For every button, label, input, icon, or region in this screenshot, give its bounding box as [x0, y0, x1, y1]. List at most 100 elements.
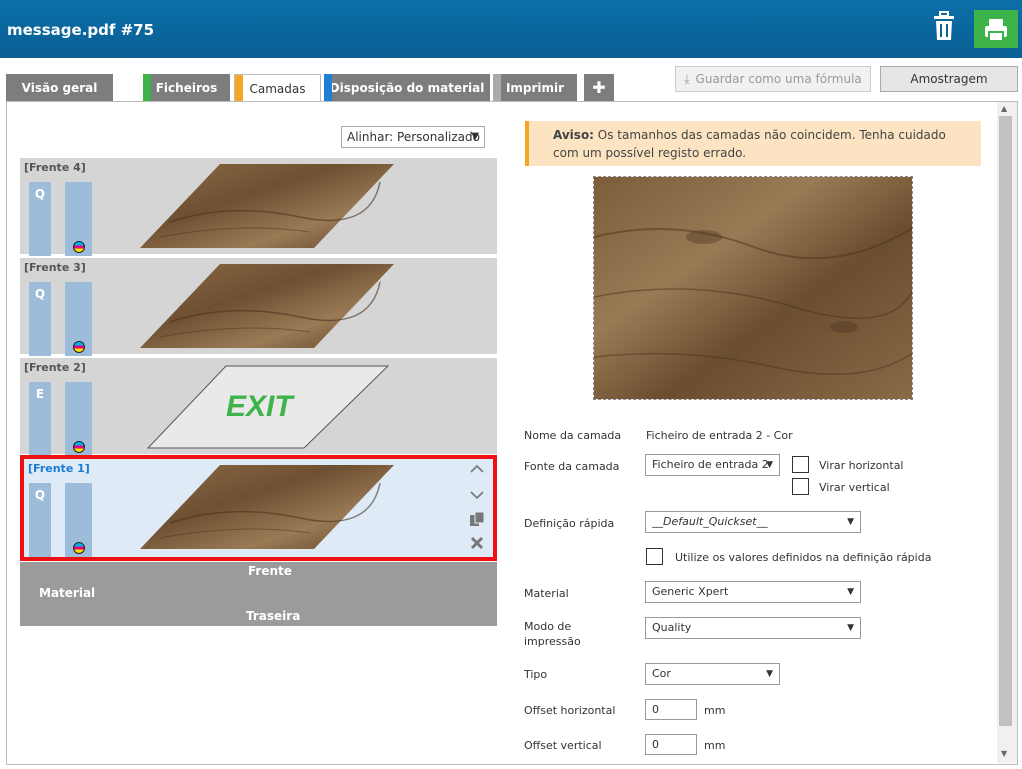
layer-front-2[interactable]: [Frente 2] E EXIT [20, 358, 497, 456]
material-label: Material [39, 586, 96, 600]
type-select[interactable]: Cor ▼ [645, 663, 780, 685]
layer-source-label: Fonte da camada [524, 460, 620, 473]
sample-label: Amostragem [910, 72, 988, 86]
align-value: Alinhar: Personalizado [347, 130, 480, 144]
tab-label: Disposição do material [329, 81, 485, 95]
warning-banner: Aviso: Os tamanhos das camadas não coinc… [525, 121, 981, 166]
layer-color-column [65, 483, 92, 557]
use-quickset-label: Utilize os valores definidos na definiçã… [675, 551, 932, 564]
layer-front-3[interactable]: [Frente 3] Q [20, 258, 497, 356]
tab-files[interactable]: Ficheiros [143, 74, 230, 102]
layer-mode-badge: Q [29, 483, 51, 557]
offset-horizontal-label: Offset horizontal [524, 704, 616, 717]
offset-vertical-label: Offset vertical [524, 739, 602, 752]
chevron-down-icon: ▼ [847, 517, 854, 527]
download-icon: ⤓ [684, 72, 690, 86]
quickset-select[interactable]: __Default_Quickset__ ▼ [645, 511, 861, 533]
unit-label: mm [704, 739, 726, 752]
layer-color-column [65, 182, 92, 256]
layer-thumbnail [140, 264, 394, 348]
chevron-down-icon: ▼ [766, 460, 773, 470]
tab-print[interactable]: Imprimir [493, 74, 577, 102]
layer-thumbnail [140, 164, 394, 248]
tab-layers[interactable]: Camadas [234, 74, 321, 102]
layer-label: [Frente 3] [24, 261, 86, 274]
flip-vertical-checkbox[interactable] [792, 478, 809, 495]
cmyk-icon [73, 542, 85, 554]
chevron-down-icon: ▼ [471, 131, 479, 142]
unit-label: mm [704, 704, 726, 717]
tab-material-layout[interactable]: Disposição do material [324, 74, 490, 102]
move-up-icon[interactable] [469, 461, 485, 477]
scrollbar-thumb[interactable] [999, 116, 1012, 726]
flip-horizontal-checkbox[interactable] [792, 456, 809, 473]
layer-preview [593, 176, 913, 400]
layer-mode-badge: Q [29, 182, 51, 256]
plus-icon: ✚ [592, 78, 606, 97]
duplicate-icon[interactable] [469, 511, 485, 527]
move-down-icon[interactable] [469, 487, 485, 503]
print-icon [985, 19, 1007, 42]
print-button[interactable] [974, 10, 1018, 48]
layer-color-column [65, 282, 92, 356]
back-label: Traseira [246, 609, 301, 623]
warning-title: Aviso: [553, 128, 594, 142]
print-mode-label-2: impressão [524, 635, 581, 648]
quickset-label: Definição rápida [524, 517, 615, 530]
cmyk-icon [73, 441, 85, 453]
align-select[interactable]: Alinhar: Personalizado ▼ [341, 126, 485, 148]
layer-source-select[interactable]: Ficheiro de entrada 2 ▼ [645, 454, 780, 476]
tab-label: Imprimir [505, 81, 565, 95]
flip-horizontal-label: Virar horizontal [819, 459, 904, 472]
layer-thumbnail [140, 465, 394, 549]
layer-source-value: Ficheiro de entrada 2 [652, 458, 769, 471]
print-mode-label: Modo de [524, 620, 572, 633]
type-label: Tipo [524, 668, 548, 681]
scroll-down-icon[interactable]: ▼ [1001, 749, 1007, 758]
material-value: Generic Xpert [652, 585, 729, 598]
layer-label: [Frente 2] [24, 361, 86, 374]
offset-vertical-input[interactable]: 0 [645, 734, 697, 755]
layer-front-1[interactable]: [Frente 1] Q [20, 455, 497, 561]
material-form-label: Material [524, 587, 569, 600]
layer-front-4[interactable]: [Frente 4] Q [20, 158, 497, 256]
tab-label: Camadas [249, 82, 306, 96]
add-tab-button[interactable]: ✚ [584, 74, 614, 102]
cmyk-icon [73, 241, 85, 253]
tab-overview[interactable]: Visão geral [6, 74, 113, 102]
front-label: Frente [248, 564, 292, 578]
save-formula-label: Guardar como uma fórmula [695, 72, 862, 86]
tab-label: Visão geral [21, 81, 98, 95]
exit-text: EXIT [226, 390, 295, 423]
layer-mode-badge: E [29, 382, 51, 456]
layer-label: [Frente 4] [24, 161, 86, 174]
layer-color-column [65, 382, 92, 456]
save-formula-button[interactable]: ⤓ Guardar como uma fórmula [675, 66, 871, 92]
delete-icon[interactable] [469, 535, 485, 551]
layer-mode-badge: Q [29, 282, 51, 356]
offset-horizontal-input[interactable]: 0 [645, 699, 697, 720]
flip-vertical-label: Virar vertical [819, 481, 890, 494]
print-mode-select[interactable]: Quality ▼ [645, 617, 861, 639]
layer-name-label: Nome da camada [524, 429, 622, 442]
vertical-scrollbar[interactable]: ▲ ▼ [997, 102, 1017, 763]
trash-icon[interactable] [930, 10, 958, 42]
material-bar: Frente Material Traseira [20, 562, 497, 626]
material-select[interactable]: Generic Xpert ▼ [645, 581, 861, 603]
scroll-up-icon[interactable]: ▲ [1001, 104, 1007, 113]
chevron-down-icon: ▼ [847, 587, 854, 597]
sample-button[interactable]: Amostragem [880, 66, 1018, 92]
tab-label: Ficheiros [155, 81, 218, 95]
page-title: message.pdf #75 [7, 21, 155, 39]
use-quickset-checkbox[interactable] [646, 548, 663, 565]
cmyk-icon [73, 341, 85, 353]
warning-text: Os tamanhos das camadas não coincidem. T… [553, 128, 946, 160]
type-value: Cor [652, 667, 671, 680]
chevron-down-icon: ▼ [847, 623, 854, 633]
layer-name-value: Ficheiro de entrada 2 - Cor [646, 429, 793, 442]
layer-label: [Frente 1] [28, 462, 90, 475]
layer-thumbnail: EXIT [146, 365, 390, 449]
chevron-down-icon: ▼ [766, 669, 773, 679]
print-mode-value: Quality [652, 621, 692, 634]
quickset-value: __Default_Quickset__ [652, 515, 768, 528]
